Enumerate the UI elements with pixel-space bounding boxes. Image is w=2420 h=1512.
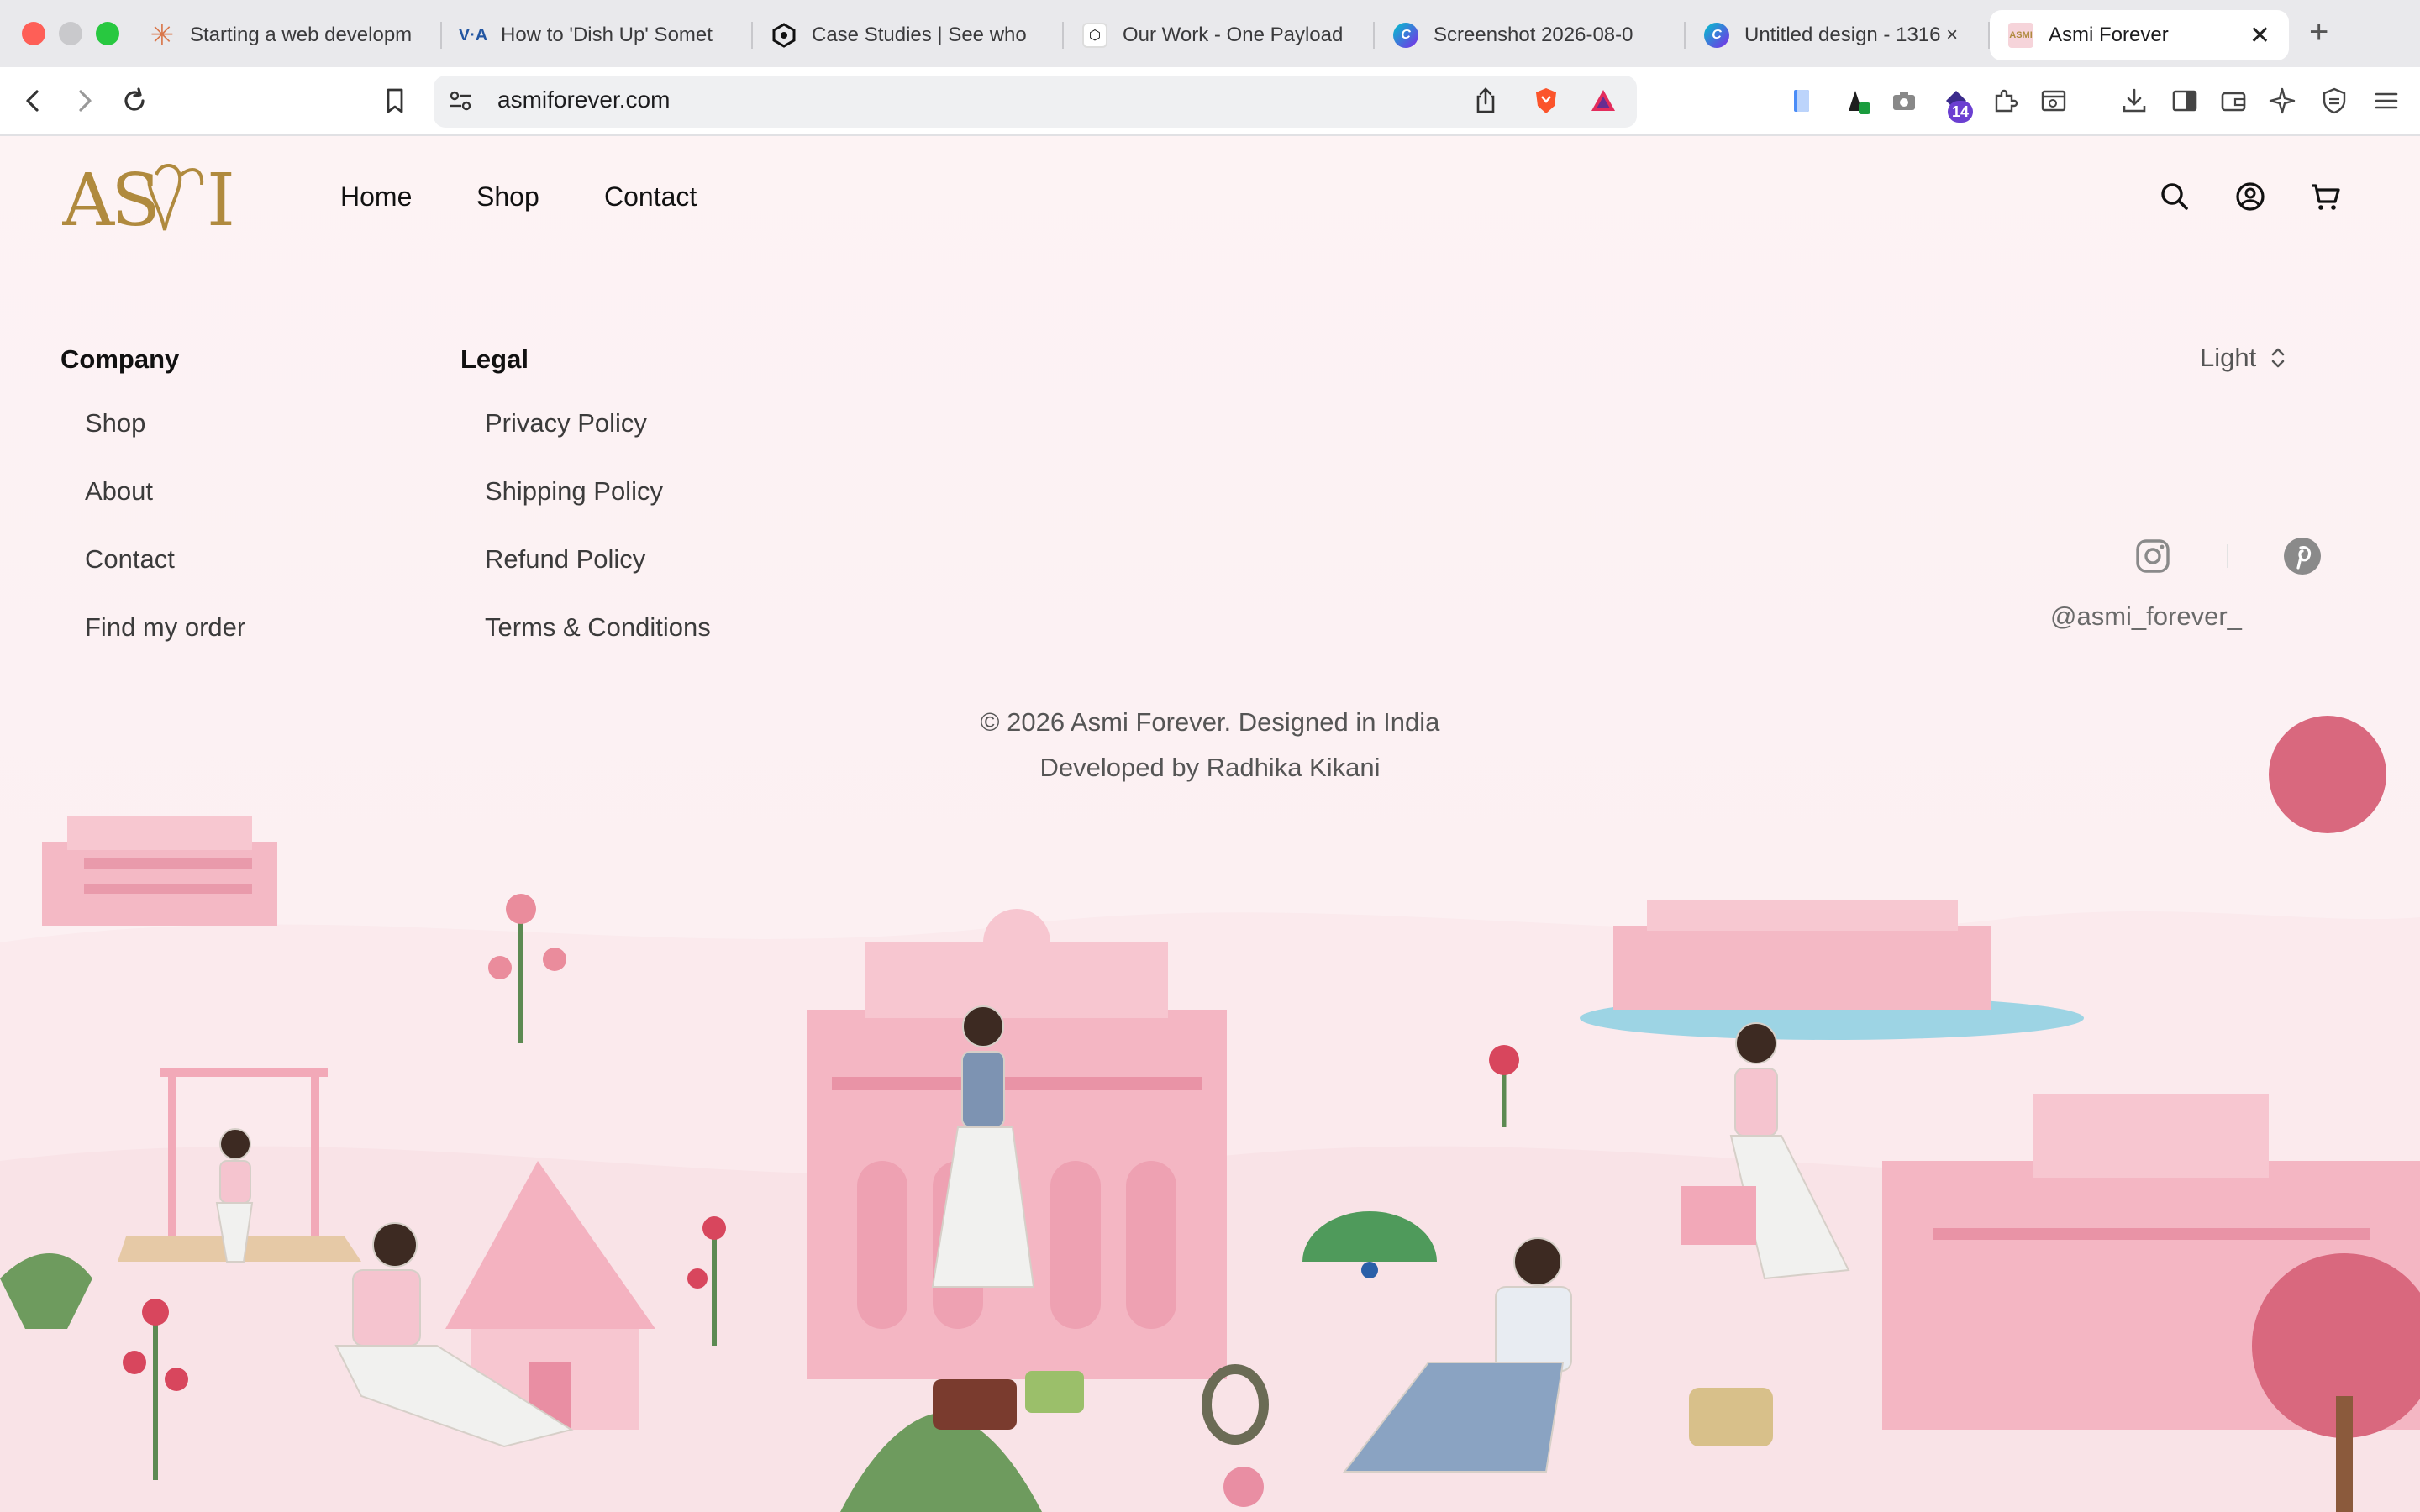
chevron-up-down-icon <box>2271 348 2285 368</box>
url-text[interactable]: asmiforever.com <box>497 87 670 113</box>
footer-link-contact[interactable]: Contact <box>85 544 175 575</box>
account-icon[interactable] <box>2232 178 2269 215</box>
asmi-logo[interactable]: AS I <box>62 151 264 252</box>
page-content: AS I Home Shop Contact Company Shop Abou… <box>0 136 2420 1512</box>
wallet-icon[interactable] <box>2215 82 2252 119</box>
leo-ai-icon[interactable] <box>2264 82 2301 119</box>
close-tab-icon[interactable]: ✕ <box>2229 21 2270 50</box>
browser-tab-3[interactable]: Case Studies | See who <box>753 10 1064 60</box>
palace-illustration <box>42 816 277 926</box>
cart-icon[interactable] <box>2307 178 2344 215</box>
menu-icon[interactable] <box>2368 82 2405 119</box>
extension-badge: 14 <box>1948 101 1973 123</box>
canva-icon: C <box>1393 23 1418 48</box>
footer-link-refund[interactable]: Refund Policy <box>485 544 645 575</box>
canva-icon: C <box>1704 23 1729 48</box>
social-handle[interactable]: @asmi_forever_ <box>2050 601 2242 632</box>
brave-shields-icon[interactable] <box>1528 82 1565 119</box>
browser-tab-1[interactable]: ✳ Starting a web developm <box>131 10 442 60</box>
site-settings-icon[interactable] <box>442 82 479 119</box>
browser-tab-2[interactable]: V·A How to 'Dish Up' Somet <box>442 10 753 60</box>
footer-link-privacy[interactable]: Privacy Policy <box>485 408 647 438</box>
hexagon-logo-icon <box>771 23 797 48</box>
maximize-window-button[interactable] <box>96 22 119 45</box>
back-icon[interactable] <box>15 82 52 119</box>
voa-icon: V·A <box>458 25 488 45</box>
reload-icon[interactable] <box>116 82 153 119</box>
browser-tab-4[interactable]: ⬡ Our Work - One Payload <box>1064 10 1375 60</box>
nav-shop[interactable]: Shop <box>476 181 539 213</box>
legal-heading: Legal <box>460 344 529 374</box>
nav-home[interactable]: Home <box>340 181 412 213</box>
extension-green-icon[interactable] <box>1839 82 1876 119</box>
svg-text:I: I <box>207 159 235 243</box>
social-divider <box>2227 544 2228 568</box>
footer-illustration <box>0 716 2420 1512</box>
theme-selector[interactable]: Light <box>2200 343 2288 373</box>
vpn-shield-icon[interactable] <box>2316 82 2353 119</box>
browser-tab-6[interactable]: C Untitled design - 1316 × <box>1686 10 1990 60</box>
svg-text:AS: AS <box>62 159 157 243</box>
brave-rewards-icon[interactable] <box>1585 82 1622 119</box>
share-icon[interactable] <box>1467 82 1504 119</box>
nav-contact[interactable]: Contact <box>604 181 697 213</box>
reader-mode-icon[interactable] <box>2035 82 2072 119</box>
bookmark-icon[interactable] <box>376 82 413 119</box>
footer-link-terms[interactable]: Terms & Conditions <box>485 612 711 643</box>
browser-tab-bar: ✳ Starting a web developm V·A How to 'Di… <box>0 0 2420 67</box>
sidebar-toggle-icon[interactable] <box>2166 82 2203 119</box>
asmi-icon: ASMI <box>2008 23 2033 48</box>
footer-link-shop[interactable]: Shop <box>85 408 145 438</box>
minimize-window-button[interactable] <box>59 22 82 45</box>
browser-tab-active[interactable]: ASMI Asmi Forever ✕ <box>1990 10 2289 60</box>
footer-link-shipping[interactable]: Shipping Policy <box>485 476 663 507</box>
forward-icon[interactable] <box>66 82 103 119</box>
extensions-puzzle-icon[interactable] <box>1986 82 2023 119</box>
footer-link-find-order[interactable]: Find my order <box>85 612 245 643</box>
extension-tab-icon[interactable] <box>1783 82 1820 119</box>
download-icon[interactable] <box>2116 82 2153 119</box>
instagram-icon[interactable] <box>2133 536 2173 576</box>
close-window-button[interactable] <box>22 22 45 45</box>
claude-icon: ✳ <box>150 19 175 51</box>
footer-link-about[interactable]: About <box>85 476 153 507</box>
pinterest-icon[interactable] <box>2282 536 2323 576</box>
theme-label: Light <box>2200 343 2257 372</box>
new-tab-icon[interactable]: + <box>2309 13 2328 51</box>
company-heading: Company <box>60 344 180 374</box>
palace-illustration <box>807 909 1227 1379</box>
camera-icon[interactable] <box>1886 82 1923 119</box>
browser-tab-5[interactable]: C Screenshot 2026-08-0 <box>1375 10 1686 60</box>
payload-icon: ⬡ <box>1082 23 1107 48</box>
search-icon[interactable] <box>2156 178 2193 215</box>
